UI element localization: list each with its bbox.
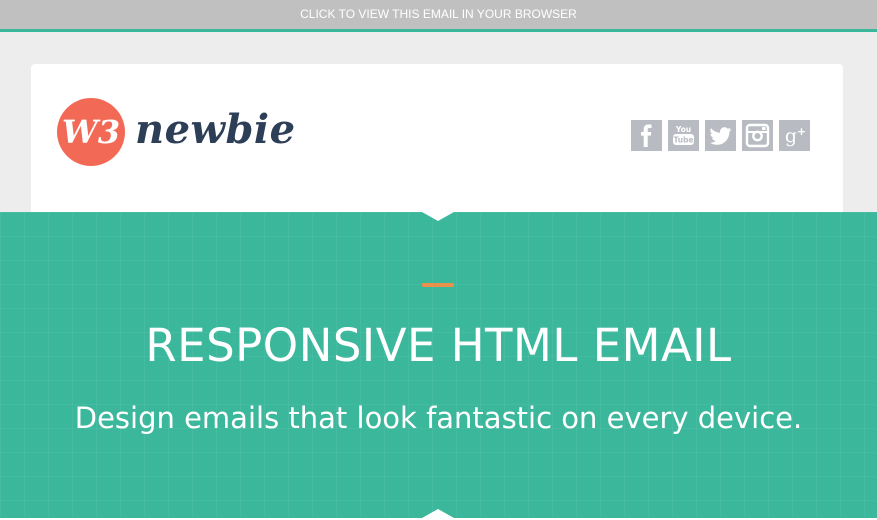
instagram-icon <box>745 123 770 148</box>
hero-top-notch <box>422 212 454 221</box>
hero-banner: RESPONSIVE HTML EMAIL Design emails that… <box>0 212 877 518</box>
youtube-icon: You Tube <box>673 125 694 145</box>
svg-text:+: + <box>797 125 806 138</box>
svg-text:g: g <box>785 125 797 147</box>
view-in-browser-link[interactable]: CLICK TO VIEW THIS EMAIL IN YOUR BROWSER <box>0 0 877 29</box>
svg-text:You: You <box>675 125 691 134</box>
twitter-icon <box>710 127 732 145</box>
social-links: You Tube g + <box>631 120 810 151</box>
google-plus-button[interactable]: g + <box>779 120 810 151</box>
facebook-button[interactable] <box>631 120 662 151</box>
twitter-button[interactable] <box>705 120 736 151</box>
svg-text:Tube: Tube <box>673 136 693 145</box>
logo-badge-text: W3 <box>62 113 120 151</box>
hero-title: RESPONSIVE HTML EMAIL <box>145 319 732 372</box>
header-card: W3 newbie You Tube g + <box>31 64 843 224</box>
logo-wordmark: newbie <box>135 106 296 153</box>
hero-bottom-notch <box>422 509 454 518</box>
accent-dash <box>422 283 454 287</box>
youtube-button[interactable]: You Tube <box>668 120 699 151</box>
hero-subtitle: Design emails that look fantastic on eve… <box>74 401 803 435</box>
google-plus-icon: g + <box>785 125 806 147</box>
logo-badge-icon: W3 <box>57 98 125 166</box>
instagram-button[interactable] <box>742 120 773 151</box>
facebook-icon <box>641 124 652 147</box>
topbar: CLICK TO VIEW THIS EMAIL IN YOUR BROWSER <box>0 0 877 32</box>
logo[interactable]: W3 newbie <box>55 98 315 166</box>
